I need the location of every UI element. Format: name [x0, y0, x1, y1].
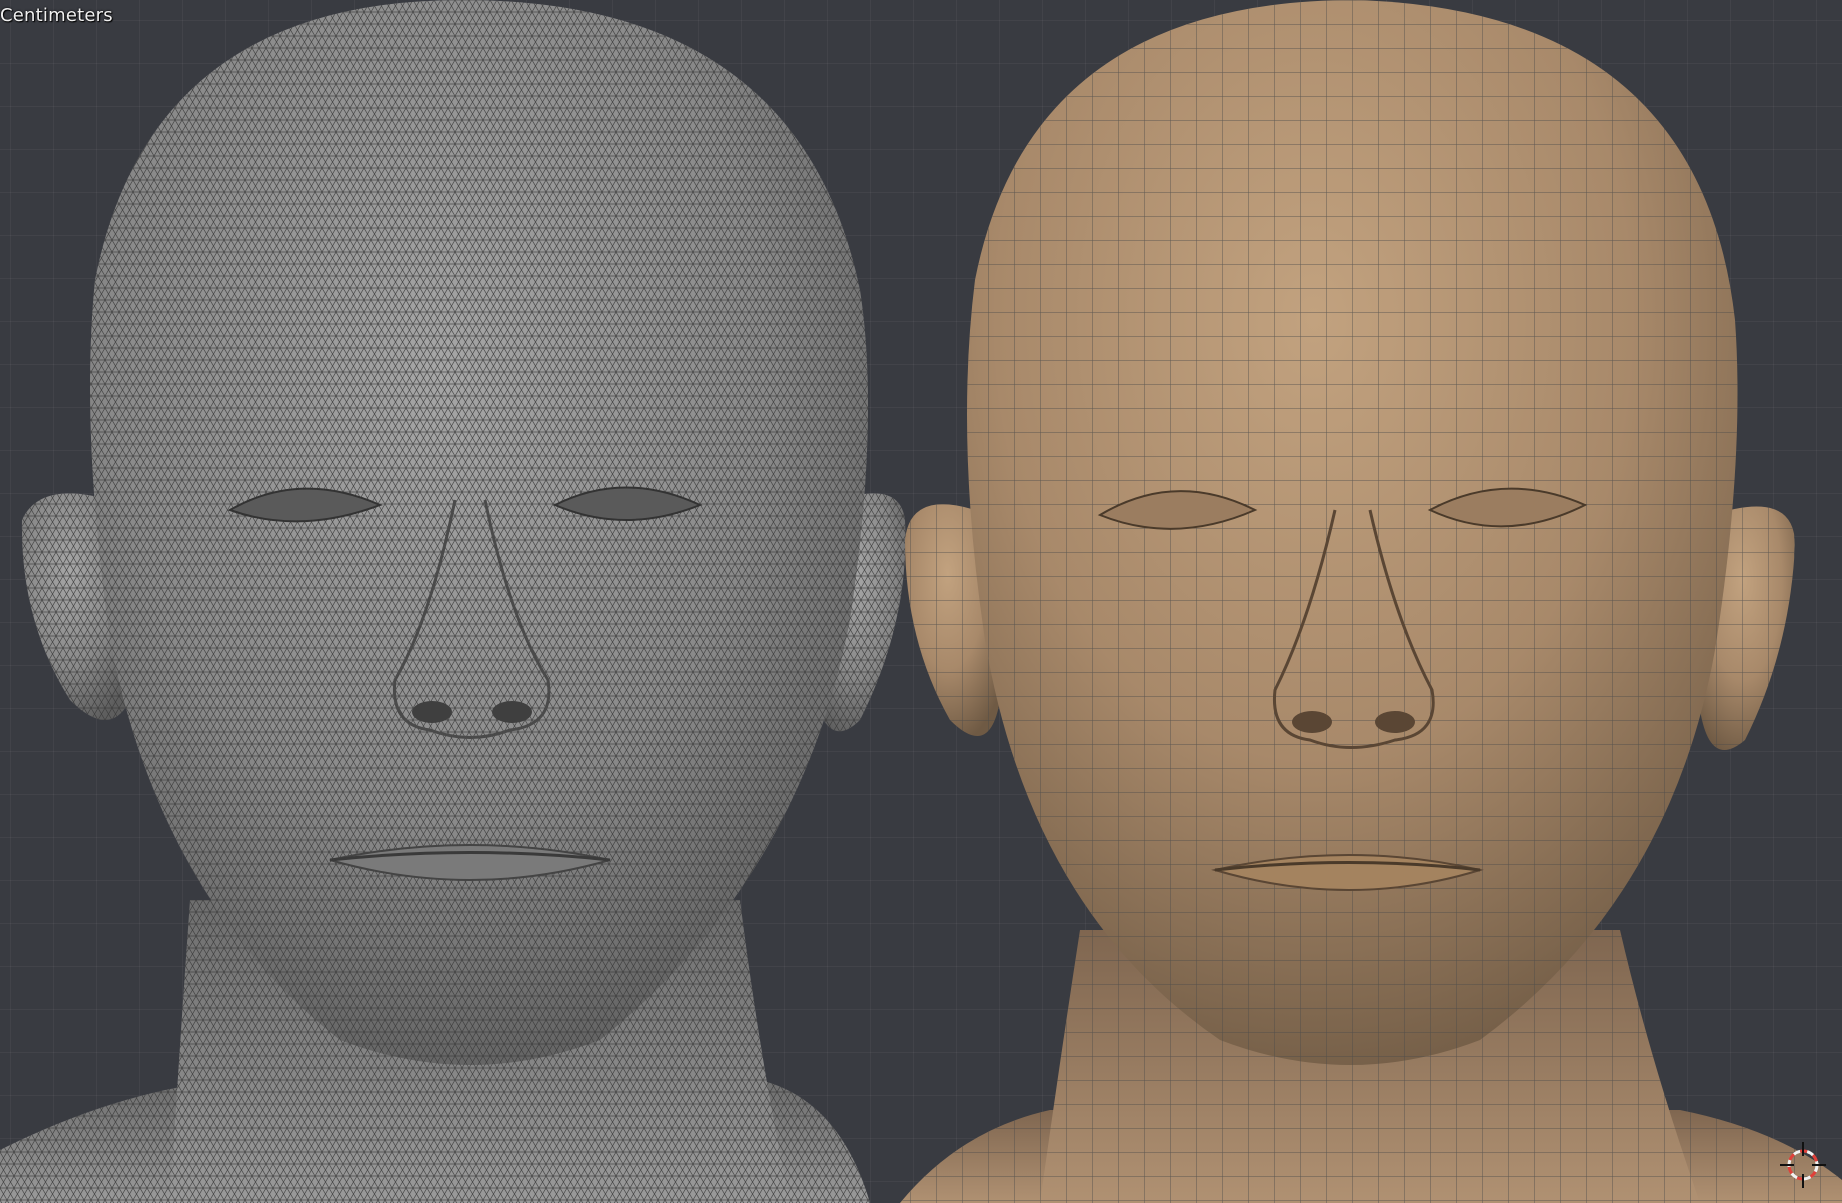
retopologized-head — [900, 0, 1842, 1203]
3d-cursor-icon[interactable] — [1778, 1140, 1828, 1190]
3d-viewport[interactable]: Centimeters — [0, 0, 1842, 1203]
triangulated-scan-head — [0, 0, 906, 1203]
scene-canvas — [0, 0, 1842, 1203]
